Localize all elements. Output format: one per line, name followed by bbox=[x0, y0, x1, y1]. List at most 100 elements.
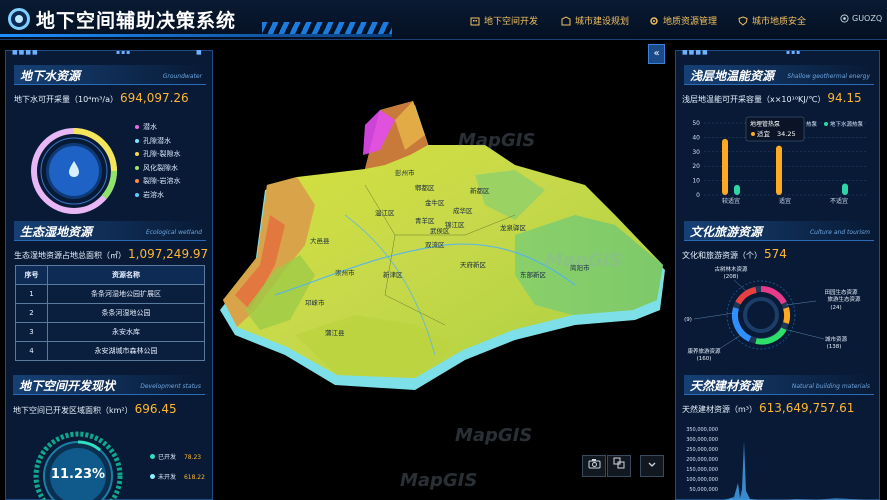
groundwater-donut bbox=[31, 128, 117, 214]
section-subtitle: Ecological wetland bbox=[145, 229, 202, 236]
panel-corner-dots: ■ bbox=[196, 49, 203, 56]
collapse-right-panel-button[interactable]: « bbox=[648, 44, 665, 64]
district-label: 锦江区 bbox=[445, 220, 465, 229]
app-header: 地下空间辅助决策系统 地下空间开发 城市建设规划 地质资源管理 城市地质安全 G… bbox=[0, 0, 887, 40]
chevron-down-icon bbox=[648, 462, 656, 467]
ring-segment bbox=[783, 307, 791, 324]
table-row[interactable]: 4 永安湖城市森林公园 bbox=[15, 341, 205, 361]
district-label: 金牛区 bbox=[425, 198, 445, 207]
map-options-dropdown[interactable] bbox=[640, 455, 664, 477]
status-legend: 已开发 78.23 未开发 618.22 bbox=[150, 448, 205, 488]
tooltip-title: 地埋管热泵 bbox=[750, 120, 780, 128]
gear-icon bbox=[650, 16, 658, 25]
legend-series-2: 地下水源热泵 bbox=[830, 120, 864, 128]
ring-label: (208) bbox=[724, 274, 739, 280]
user-name: GUOZQ bbox=[852, 14, 883, 23]
app-logo-icon bbox=[8, 8, 30, 30]
stat-value: 694,097.26 bbox=[119, 91, 189, 105]
legend-item: 裂隙-岩溶水 bbox=[135, 175, 181, 189]
tooltip-item: 适宜 bbox=[757, 129, 771, 138]
section-subtitle: Shallow geothermal energy bbox=[787, 73, 870, 80]
groundwater-legend: 潜水 孔隙潜水 孔隙-裂隙水 风化裂隙水 裂隙-岩溶水 岩溶水 bbox=[135, 121, 181, 202]
building-section-header: 天然建材资源 Natural building materials bbox=[684, 375, 874, 395]
district-label: 青羊区 bbox=[415, 216, 435, 225]
map-watermark: MapGIS bbox=[455, 425, 533, 446]
ring-label: (24) bbox=[830, 305, 841, 311]
y-tick-label: 300,000,000 bbox=[686, 437, 718, 443]
section-title: 地下空间开发现状 bbox=[19, 379, 116, 393]
nav-urban-planning[interactable]: 城市建设规划 bbox=[561, 14, 629, 27]
stat-value: 696.45 bbox=[134, 402, 177, 416]
section-title: 地下水资源 bbox=[20, 69, 81, 83]
app-title: 地下空间辅助决策系统 bbox=[36, 10, 237, 32]
district-label: 新津区 bbox=[383, 270, 403, 279]
district-label: 东部新区 bbox=[520, 270, 547, 279]
culture-ring-chart: 古树林木资源 (208) 田园生态资源 旅游生态资源 (24) 城市资源 (13… bbox=[684, 265, 861, 362]
section-title: 生态湿地资源 bbox=[20, 225, 93, 239]
x-tick-label: 适宜 bbox=[779, 197, 791, 205]
table-header-name: 资源名称 bbox=[47, 265, 205, 285]
x-tick-label: 不适宜 bbox=[830, 197, 848, 205]
legend-item: 已开发 78.23 bbox=[150, 448, 205, 468]
bar-ground-source bbox=[776, 145, 782, 195]
tooltip-value: 34.25 bbox=[777, 130, 796, 138]
nav-label: 城市建设规划 bbox=[575, 17, 630, 27]
stat-value: 1,097,249.97 bbox=[128, 247, 209, 261]
stat-value: 94.15 bbox=[827, 91, 862, 105]
table-row[interactable]: 3 永安水库 bbox=[15, 322, 205, 342]
district-label: 天府新区 bbox=[460, 260, 487, 269]
screenshot-button[interactable] bbox=[582, 455, 606, 477]
geothermal-stat: 浅层地温能可开采容量（x×10¹⁰KJ/℃） 94.15 bbox=[682, 91, 862, 105]
3d-terrain-map[interactable]: 郫都区 温江区 成华区 金牛区 青羊区 新都区 龙泉驿区 武侯区 锦江区 双流区… bbox=[215, 95, 670, 395]
split-view-button[interactable] bbox=[607, 455, 631, 477]
ring-label: 康养旅游资源 bbox=[687, 347, 721, 355]
panel-corner-dots: ■■■■ bbox=[12, 49, 39, 56]
gauge-percent: 11.23% bbox=[51, 467, 105, 482]
culture-section-header: 文化旅游资源 Culture and tourism bbox=[684, 221, 874, 241]
nav-label: 地下空间开发 bbox=[484, 17, 539, 27]
bar-groundwater-source bbox=[842, 183, 848, 195]
geothermal-bar-chart: 01020304050 较适宜 适宜 不适宜 地埋管热泵 适宜 34.25 热泵 地… bbox=[692, 116, 866, 205]
legend-item: 孔隙潜水 bbox=[135, 135, 181, 149]
stat-label: 地下水可开采量（10⁴m³/a） bbox=[14, 95, 118, 104]
nav-underground-development[interactable]: 地下空间开发 bbox=[470, 14, 538, 27]
table-row[interactable]: 1 条条河湿地公园扩展区 bbox=[15, 284, 205, 304]
title-underline bbox=[0, 34, 392, 37]
map-watermark: MapGIS bbox=[458, 130, 536, 151]
panel-corner-dots: ■■■■ bbox=[682, 49, 709, 56]
stat-label: 生态湿地资源占地总面积（㎡） bbox=[14, 251, 126, 260]
y-tick-label: 250,000,000 bbox=[686, 447, 718, 453]
section-title: 浅层地温能资源 bbox=[690, 69, 775, 83]
nav-geo-safety[interactable]: 城市地质安全 bbox=[738, 14, 806, 27]
ring-label: 田园生态资源 bbox=[824, 288, 858, 296]
stat-label: 天然建材资源（m³） bbox=[682, 405, 757, 414]
building-icon bbox=[470, 17, 480, 25]
ring-label: 古树林木资源 bbox=[714, 265, 748, 273]
nav-label: 城市地质安全 bbox=[752, 17, 807, 27]
stat-value: 574 bbox=[764, 247, 787, 261]
y-tick-label: 20 bbox=[692, 163, 700, 170]
district-label: 双流区 bbox=[425, 240, 445, 249]
district-label: 邛崃市 bbox=[305, 298, 325, 307]
status-section-header: 地下空间开发现状 Development status bbox=[13, 375, 205, 395]
district-label: 温江区 bbox=[375, 208, 395, 217]
user-menu[interactable]: GUOZQ bbox=[840, 14, 882, 23]
title-stripes bbox=[262, 22, 392, 34]
nav-geo-resource[interactable]: 地质资源管理 bbox=[649, 14, 717, 27]
status-gauge: 11.23% bbox=[33, 431, 123, 500]
groundwater-section-header: 地下水资源 Groundwater bbox=[14, 65, 206, 85]
wetland-section-header: 生态湿地资源 Ecological wetland bbox=[14, 221, 206, 241]
ring-label: 旅游生态资源 bbox=[827, 295, 861, 303]
section-subtitle: Groundwater bbox=[162, 73, 202, 80]
section-subtitle: Development status bbox=[140, 383, 201, 390]
table-row[interactable]: 2 条条河湿地公园 bbox=[15, 303, 205, 323]
stat-label: 地下空间已开发区域面积（km²） bbox=[13, 406, 133, 415]
user-icon bbox=[840, 14, 849, 23]
nav-label: 地质资源管理 bbox=[663, 17, 718, 27]
district-label: 成华区 bbox=[453, 206, 473, 215]
right-panel: ■■■■ ▪▪▪ 浅层地温能资源 Shallow geothermal ener… bbox=[675, 49, 880, 500]
district-label: 崇州市 bbox=[335, 268, 355, 277]
wetland-table: 序号 资源名称 1 条条河湿地公园扩展区 2 条条河湿地公园 3 永安水库 4 永安湖城… bbox=[15, 265, 205, 361]
y-tick-label: 50 bbox=[692, 120, 700, 127]
plan-icon bbox=[561, 15, 571, 25]
